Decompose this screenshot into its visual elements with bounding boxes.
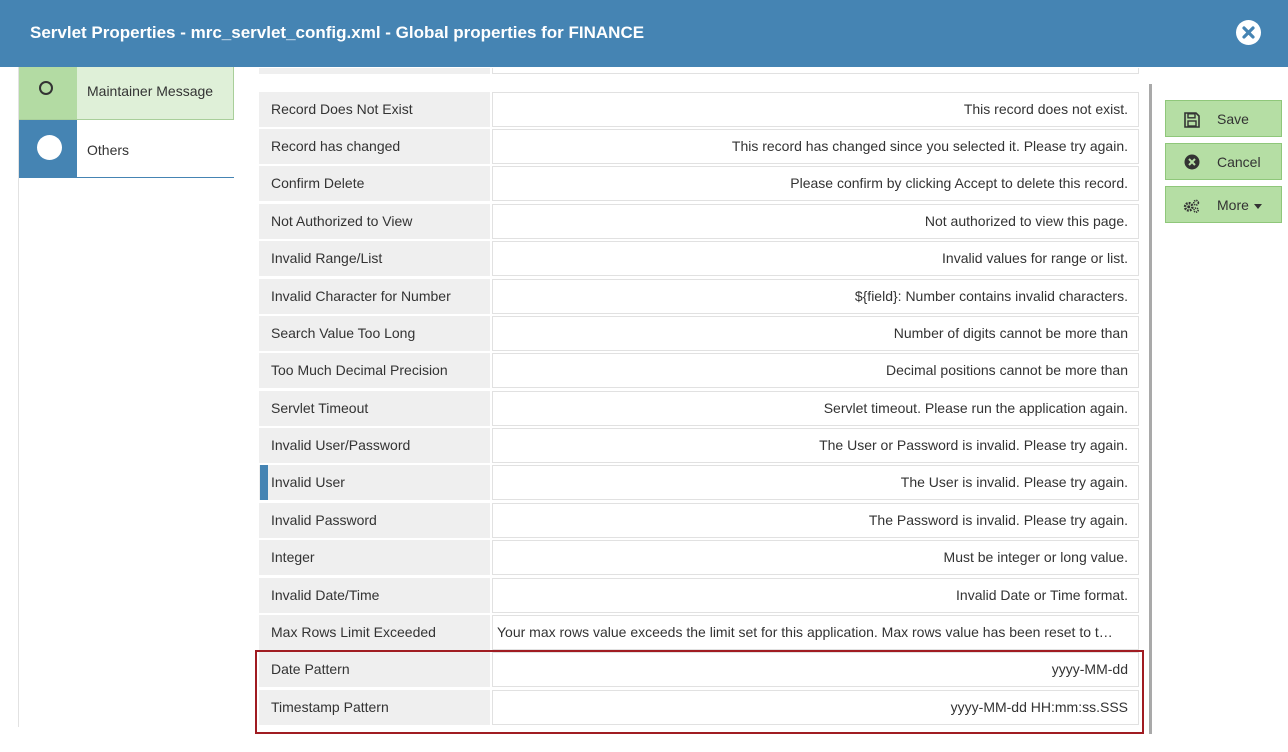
- property-value-field[interactable]: yyyy-MM-dd: [492, 652, 1139, 687]
- nav-item-label: Maintainer Message: [87, 83, 214, 99]
- property-label: Invalid User/Password: [259, 428, 490, 463]
- circle-filled-icon: [37, 135, 62, 160]
- table-row: Timestamp Pattern yyyy-MM-dd HH:mm:ss.SS…: [258, 690, 1140, 725]
- property-label: Not Authorized to View: [259, 204, 490, 239]
- times-circle-icon: [1184, 154, 1200, 170]
- property-value-field[interactable]: The User or Password is invalid. Please …: [492, 428, 1139, 463]
- section-nav: Maintainer Message Others: [18, 67, 234, 727]
- property-label: Timestamp Pattern: [259, 690, 490, 725]
- nav-item-maintainer-message[interactable]: Maintainer Message: [19, 67, 234, 120]
- table-row-selected: Invalid User The User is invalid. Please…: [258, 465, 1140, 500]
- save-button[interactable]: Save: [1165, 100, 1282, 137]
- property-value-field[interactable]: Must be integer or long value.: [492, 540, 1139, 575]
- property-value-field[interactable]: ${field}: Number contains invalid charac…: [492, 279, 1139, 314]
- close-icon: [1242, 26, 1255, 39]
- nav-item-label: Others: [87, 142, 130, 158]
- dialog-title: Servlet Properties - mrc_servlet_config.…: [30, 23, 645, 42]
- property-value-field[interactable]: Invalid Date or Time format.: [492, 578, 1139, 613]
- property-value-field[interactable]: Servlet timeout. Please run the applicat…: [492, 391, 1139, 426]
- nav-item-marker: [19, 120, 77, 177]
- table-row: Max Rows Limit Exceeded Your max rows va…: [258, 615, 1140, 650]
- dialog-body: Maintainer Message Others Record Does No…: [0, 67, 1288, 752]
- property-value-field[interactable]: Number of digits cannot be more than: [492, 316, 1139, 351]
- more-button-label: More: [1217, 197, 1262, 213]
- property-label: Max Rows Limit Exceeded: [259, 615, 490, 650]
- property-label: Invalid Character for Number: [259, 279, 490, 314]
- table-row: Confirm Delete Please confirm by clickin…: [258, 166, 1140, 201]
- table-row: Invalid Range/List Invalid values for ra…: [258, 241, 1140, 276]
- property-value-field[interactable]: Your max rows value exceeds the limit se…: [492, 615, 1139, 650]
- table-row: Invalid Character for Number ${field}: N…: [258, 279, 1140, 314]
- table-row: Integer Must be integer or long value.: [258, 540, 1140, 575]
- property-value-field[interactable]: Please confirm by clicking Accept to del…: [492, 166, 1139, 201]
- property-label: Too Much Decimal Precision: [259, 353, 490, 388]
- cancel-button-label: Cancel: [1217, 154, 1261, 170]
- circle-outline-icon: [39, 81, 53, 95]
- property-label: Date Pattern: [259, 652, 490, 687]
- floppy-disk-icon: [1184, 112, 1200, 128]
- property-label: Servlet Timeout: [259, 391, 490, 426]
- nav-item-others[interactable]: Others: [19, 120, 234, 178]
- property-value-field[interactable]: yyyy-MM-dd HH:mm:ss.SSS: [492, 690, 1139, 725]
- table-row: Record has changed This record has chang…: [258, 129, 1140, 164]
- more-dropdown-button[interactable]: More: [1165, 186, 1282, 223]
- property-value-field[interactable]: Not authorized to view this page.: [492, 204, 1139, 239]
- dialog-titlebar: Servlet Properties - mrc_servlet_config.…: [0, 0, 1288, 67]
- table-row: Invalid Password The Password is invalid…: [258, 503, 1140, 538]
- table-row: Record Does Not Exist This record does n…: [258, 92, 1140, 127]
- save-button-label: Save: [1217, 111, 1249, 127]
- property-label: Record Does Not Exist: [259, 92, 490, 127]
- property-label: Confirm Delete: [259, 166, 490, 201]
- table-row: Invalid Date/Time Invalid Date or Time f…: [258, 578, 1140, 613]
- table-row-partial: [258, 68, 1140, 74]
- property-label: Invalid Date/Time: [259, 578, 490, 613]
- property-value-field[interactable]: Decimal positions cannot be more than: [492, 353, 1139, 388]
- caret-down-icon: [1253, 203, 1262, 209]
- property-value-field[interactable]: The Password is invalid. Please try agai…: [492, 503, 1139, 538]
- vertical-scrollbar[interactable]: [1149, 84, 1152, 734]
- property-label: Search Value Too Long: [259, 316, 490, 351]
- row-selection-indicator: [260, 465, 268, 500]
- cancel-button[interactable]: Cancel: [1165, 143, 1282, 180]
- table-row: Servlet Timeout Servlet timeout. Please …: [258, 391, 1140, 426]
- property-value-field[interactable]: [492, 68, 1139, 74]
- property-label: Invalid User: [259, 465, 490, 500]
- table-row: Date Pattern yyyy-MM-dd: [258, 652, 1140, 687]
- properties-table: Record Does Not Exist This record does n…: [258, 68, 1142, 729]
- nav-item-marker: [19, 67, 77, 119]
- table-row: Not Authorized to View Not authorized to…: [258, 204, 1140, 239]
- property-label-cell: [259, 68, 490, 74]
- property-label: Integer: [259, 540, 490, 575]
- table-row: Invalid User/Password The User or Passwo…: [258, 428, 1140, 463]
- table-row: Too Much Decimal Precision Decimal posit…: [258, 353, 1140, 388]
- property-value-field[interactable]: This record does not exist.: [492, 92, 1139, 127]
- close-button[interactable]: [1236, 20, 1261, 45]
- property-value-field[interactable]: This record has changed since you select…: [492, 129, 1139, 164]
- property-value-field[interactable]: The User is invalid. Please try again.: [492, 465, 1139, 500]
- property-label: Record has changed: [259, 129, 490, 164]
- table-row: Search Value Too Long Number of digits c…: [258, 316, 1140, 351]
- gears-icon: [1183, 199, 1200, 213]
- property-label: Invalid Password: [259, 503, 490, 538]
- property-value-field[interactable]: Invalid values for range or list.: [492, 241, 1139, 276]
- property-label: Invalid Range/List: [259, 241, 490, 276]
